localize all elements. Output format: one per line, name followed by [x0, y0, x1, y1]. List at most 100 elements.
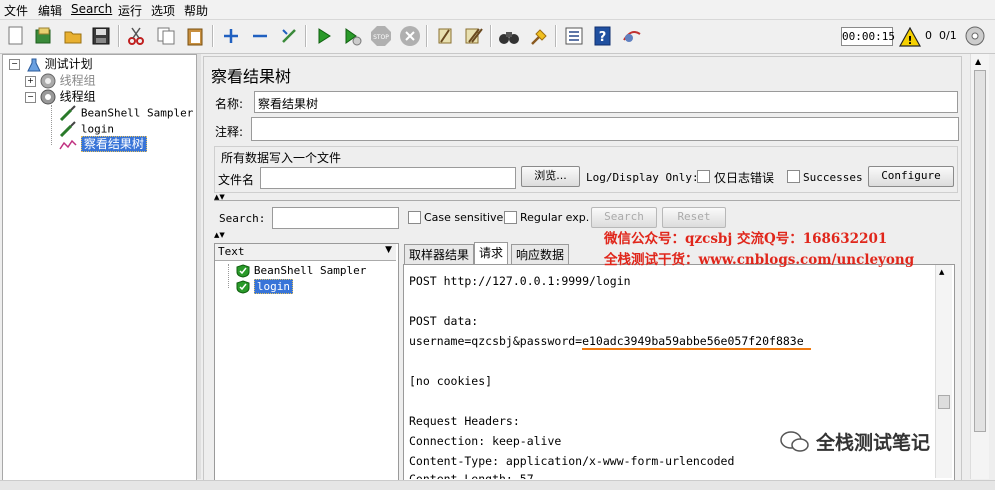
regex-label: Regular exp. [520, 211, 590, 224]
menu-edit[interactable]: 编辑 [38, 2, 62, 19]
stop-icon[interactable]: STOP [369, 24, 393, 48]
pipette-icon [59, 121, 76, 138]
log-display-label: Log/Display Only: [586, 171, 699, 184]
tree-label-sampler: login [80, 122, 114, 136]
tree-node-test-plan[interactable]: − 测试计划 [9, 57, 93, 72]
sample-row-login[interactable]: login [236, 279, 293, 294]
renderer-select[interactable]: Text ▼ [215, 244, 396, 261]
successes-label: Successes [803, 171, 863, 184]
sample-label: BeanShell Sampler [253, 264, 367, 277]
watermark-line1: 微信公众号：qzcsbj 交流Q号：168632201 [604, 231, 888, 247]
tree-node-view-results[interactable]: 察看结果树 [59, 136, 147, 152]
gear-icon[interactable] [963, 24, 987, 48]
panel-title: 察看结果树 [211, 67, 292, 86]
menu-run[interactable]: 运行 [118, 2, 142, 19]
tree-node-thread-group-2[interactable]: − 线程组 [25, 89, 96, 105]
request-line: [no cookies] [409, 374, 493, 388]
comment-field[interactable] [251, 117, 959, 141]
reset-button[interactable]: Reset [662, 207, 726, 228]
toolbar-separator [426, 25, 428, 47]
regex-checkbox[interactable] [504, 211, 517, 224]
toggle-icon[interactable] [277, 24, 301, 48]
panel-splitter[interactable] [197, 54, 201, 479]
tab-sampler-result[interactable]: 取样器结果 [404, 244, 475, 265]
menu-file[interactable]: 文件 [4, 2, 28, 19]
expand-icon[interactable] [219, 24, 243, 48]
scroll-thumb[interactable] [938, 395, 950, 409]
remote-icon[interactable] [620, 24, 644, 48]
elapsed-timer: 00:00:15 [841, 27, 895, 46]
function-helper-icon[interactable] [562, 24, 586, 48]
svg-text:?: ? [599, 30, 607, 45]
request-line: POST http://127.0.0.1:9999/login [409, 274, 631, 288]
help-icon[interactable]: ? [591, 24, 615, 48]
menu-search[interactable]: Search [71, 2, 112, 16]
request-line: Content-Type: application/x-www-form-url… [409, 454, 735, 468]
splitter-arrows-icon[interactable]: ▲▼ [214, 231, 225, 239]
tree-label-thread-group: 线程组 [59, 73, 96, 88]
tab-response-data[interactable]: 响应数据 [511, 244, 570, 265]
file-label: 文件名 [218, 173, 255, 187]
request-line: Content-Length: 57 [409, 472, 534, 479]
request-line: Request Headers: [409, 414, 520, 428]
menu-options[interactable]: 选项 [151, 2, 175, 19]
menu-help[interactable]: 帮助 [184, 2, 208, 19]
search-icon[interactable] [497, 24, 521, 48]
toolbar-separator [305, 25, 307, 47]
tab-request[interactable]: 请求 [474, 242, 509, 264]
request-line: username=qzcsbj&password=e10adc3949ba59a… [409, 334, 804, 348]
search-button[interactable]: Search [591, 207, 657, 228]
configure-button[interactable]: Configure [868, 166, 954, 187]
toolbar-separator [118, 25, 120, 47]
reset-search-icon[interactable] [526, 24, 550, 48]
highlight-underline [582, 348, 811, 350]
cut-icon[interactable] [124, 24, 148, 48]
copy-icon[interactable] [154, 24, 178, 48]
pipette-icon [59, 105, 76, 122]
toolbar-separator [555, 25, 557, 47]
shutdown-icon[interactable] [398, 24, 422, 48]
open-icon[interactable] [61, 24, 85, 48]
panel-scrollbar[interactable]: ▲ [970, 54, 989, 479]
file-section-title: 所有数据写入一个文件 [221, 151, 342, 165]
scroll-thumb[interactable] [974, 70, 986, 432]
scroll-up-icon[interactable]: ▲ [939, 268, 944, 276]
toolbar-separator [490, 25, 492, 47]
listener-graph-icon [59, 139, 77, 149]
tree-connector [51, 105, 53, 145]
collapse-toggle-icon[interactable]: − [9, 59, 20, 70]
success-shield-icon [236, 279, 250, 294]
save-icon[interactable] [89, 24, 113, 48]
test-plan-tree[interactable]: − 测试计划 + 线程组 − 线程组 BeanShell Sampler log… [2, 54, 197, 481]
start-icon[interactable] [312, 24, 336, 48]
new-icon[interactable] [4, 24, 28, 48]
collapse-icon[interactable] [248, 24, 272, 48]
svg-text:STOP: STOP [373, 34, 389, 41]
request-scrollbar[interactable]: ▲ [935, 265, 952, 478]
sample-row-beanshell[interactable]: BeanShell Sampler [236, 263, 366, 278]
browse-button[interactable]: 浏览... [521, 166, 580, 187]
success-shield-icon [236, 263, 250, 278]
start-no-timers-icon[interactable] [340, 24, 364, 48]
search-input[interactable] [272, 207, 399, 229]
name-field[interactable]: 察看结果树 [254, 91, 958, 113]
successes-checkbox[interactable] [787, 170, 800, 183]
tree-node-login[interactable]: login [59, 121, 114, 138]
warning-icon[interactable]: ! [898, 25, 922, 49]
search-label: Search: [219, 212, 266, 225]
tree-node-beanshell[interactable]: BeanShell Sampler [59, 105, 193, 122]
filename-field[interactable] [260, 167, 516, 189]
thread-count: 0/1 [939, 29, 957, 42]
tree-node-thread-group-1[interactable]: + 线程组 [25, 73, 96, 89]
clear-icon[interactable] [433, 24, 457, 48]
collapse-toggle-icon[interactable]: − [25, 91, 36, 103]
open-templates-icon[interactable] [32, 24, 56, 48]
paste-icon[interactable] [183, 24, 207, 48]
request-line: Connection: keep-alive [409, 434, 562, 448]
expand-toggle-icon[interactable]: + [25, 75, 36, 87]
clear-all-icon[interactable] [462, 24, 486, 48]
scroll-up-icon[interactable]: ▲ [975, 57, 981, 66]
tree-label-listener: 察看结果树 [80, 136, 147, 152]
errors-only-checkbox[interactable] [697, 170, 710, 183]
case-sensitive-checkbox[interactable] [408, 211, 421, 224]
